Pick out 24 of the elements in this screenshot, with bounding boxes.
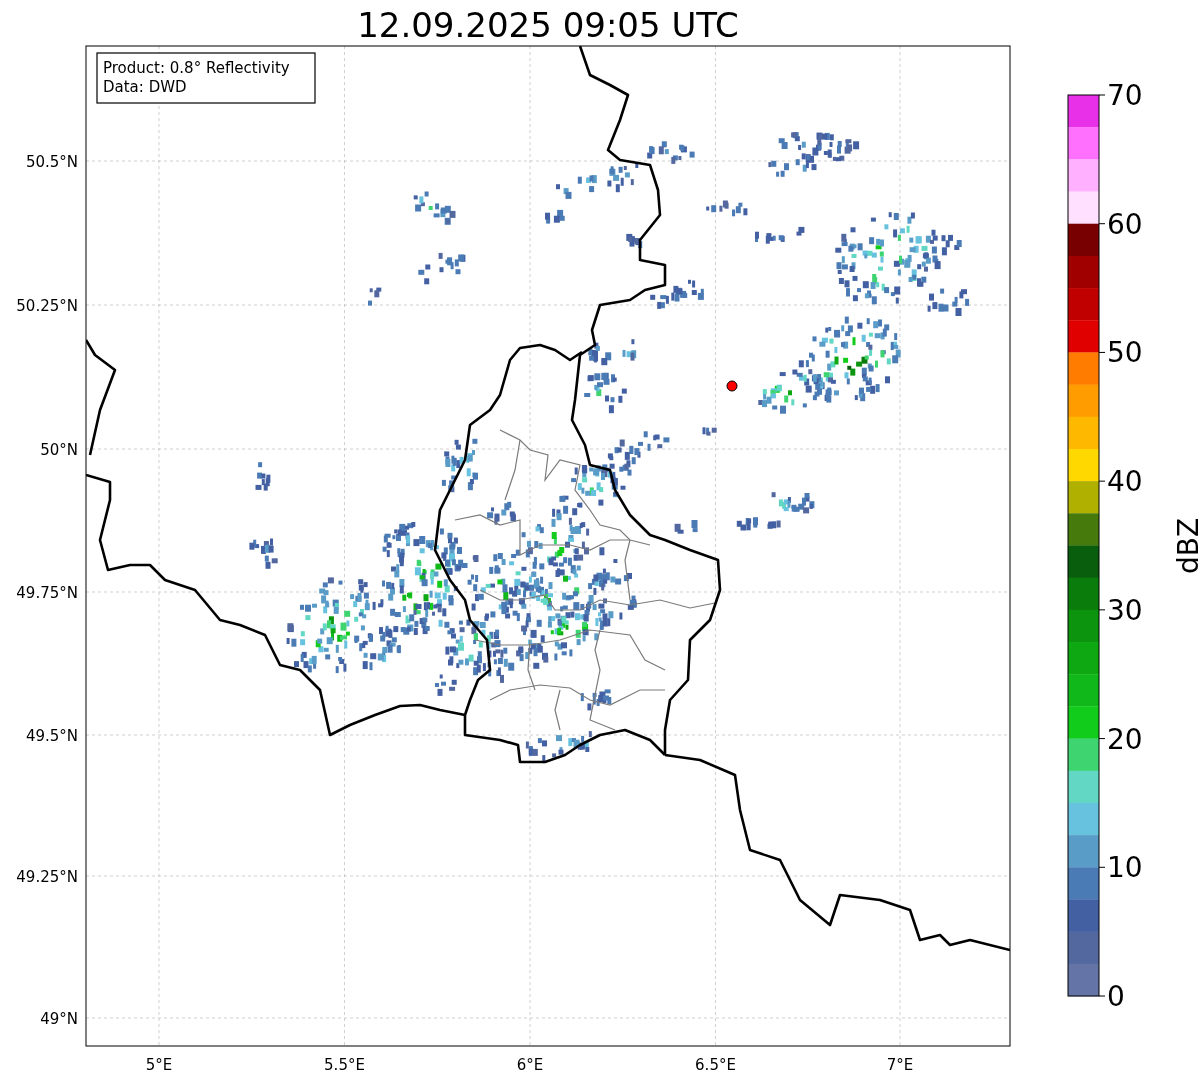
colorbar-tick-label: 60	[1107, 207, 1143, 241]
y-tick-label: 50.25°N	[16, 297, 78, 315]
y-tick-label: 49.75°N	[16, 584, 78, 602]
info-box: Product: 0.8° Reflectivity Data: DWD	[96, 52, 316, 104]
colorbar-tick-label: 20	[1107, 722, 1143, 756]
y-tick-label: 49.25°N	[16, 868, 78, 886]
figure-title: 12.09.2025 09:05 UTC	[357, 5, 739, 45]
x-tick-label: 6°E	[516, 1056, 544, 1074]
colorbar-tick-label: 40	[1107, 465, 1143, 499]
colorbar-tick-label: 30	[1107, 593, 1143, 627]
x-tick-label: 7°E	[886, 1056, 914, 1074]
colorbar-tick-label: 70	[1107, 79, 1143, 112]
y-tick-label: 50.5°N	[25, 153, 78, 171]
x-tick-label: 5°E	[145, 1056, 173, 1074]
colorbar-tick-label: 0	[1107, 980, 1125, 1013]
x-tick-label: 5.5°E	[324, 1056, 365, 1074]
colorbar-tick-label: 50	[1107, 336, 1143, 370]
colorbar-tick-label: 10	[1107, 851, 1143, 885]
y-tick-label: 49.5°N	[25, 727, 78, 745]
x-tick-label: 6.5°E	[695, 1056, 736, 1074]
site-marker	[726, 380, 738, 392]
y-tick-label: 49°N	[40, 1010, 78, 1028]
y-tick-label: 50°N	[40, 441, 78, 459]
colorbar-label: dBZ	[1172, 517, 1202, 575]
